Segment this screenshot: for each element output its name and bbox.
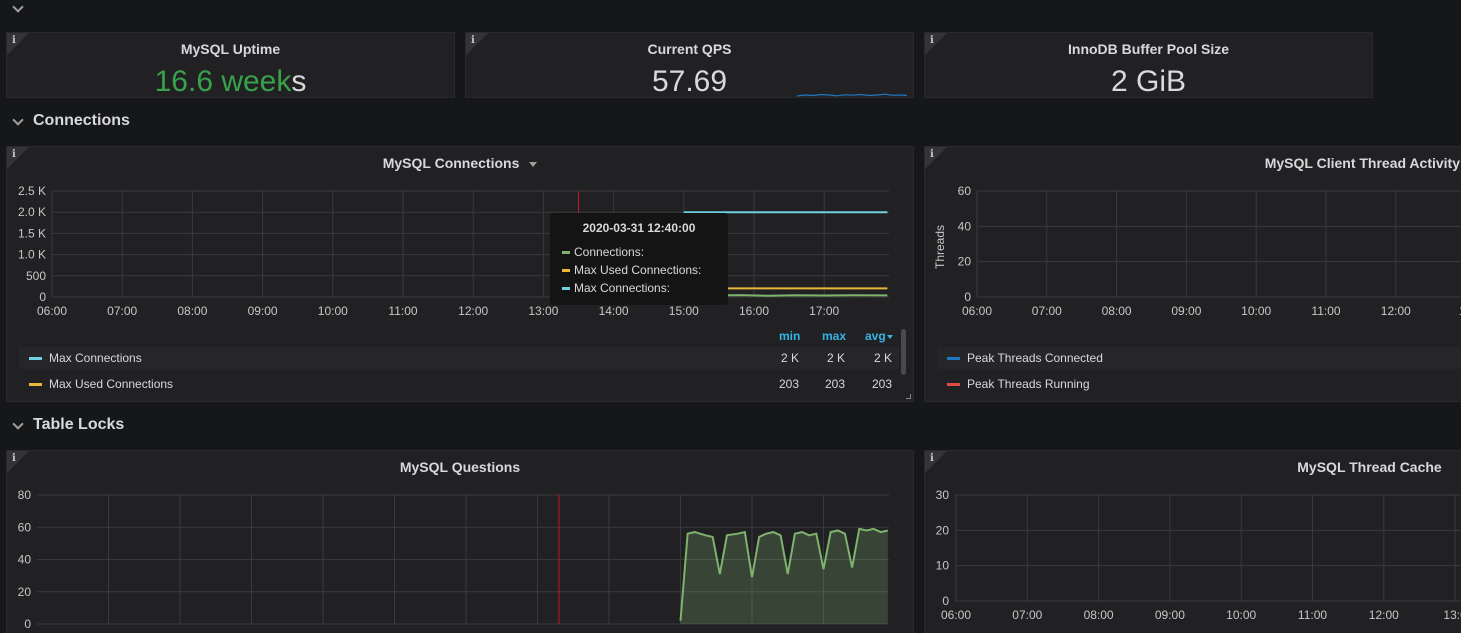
legend-min: 203 [778, 377, 799, 391]
y-tick-label: 1.5 K [18, 226, 46, 240]
y-tick-label: 0 [39, 290, 46, 304]
panel-title[interactable]: MySQL Questions [7, 459, 913, 475]
legend-swatch [29, 382, 42, 386]
x-tick-label: 06:00 [962, 304, 992, 318]
x-tick-label: 12:00 [1381, 304, 1411, 318]
x-tick-label: 07:00 [1012, 608, 1042, 622]
legend-header-avg[interactable]: avg [865, 329, 893, 343]
thread-cache-panel: i MySQL Thread Cache 0 10 20 30 06:00 07:00 08… [924, 450, 1461, 633]
tooltip-row: Max Used Connections: [562, 261, 716, 279]
y-tick-label: 20 [958, 255, 972, 269]
y-tick-label: 10 [936, 559, 950, 573]
mysql-questions-panel: i MySQL Questions 0 20 40 60 80 [6, 450, 914, 633]
row-chevron-icon[interactable] [12, 114, 24, 126]
y-tick-label: 40 [18, 553, 32, 567]
x-tick-label: 11:00 [1311, 304, 1340, 318]
x-tick-label: 16:00 [739, 304, 769, 318]
legend-max: 2 K [826, 351, 845, 365]
dropdown-caret-icon[interactable] [529, 161, 538, 167]
collapse-chevron-icon[interactable] [12, 1, 24, 13]
thread-activity-chart[interactable]: 0 20 40 60 06:00 07:00 08:00 09:00 10:00 11:00 12:… [925, 183, 1461, 328]
sparkline [797, 93, 907, 97]
legend-swatch [29, 356, 42, 360]
legend-swatch [947, 356, 960, 360]
connections-chart[interactable]: 0 500 1.0 K 1.5 K 2.0 K 2.5 K 06:00 07:00 08:00 0… [7, 183, 913, 328]
sort-caret-icon [886, 334, 893, 339]
x-tick-label: 08:00 [1084, 608, 1114, 622]
legend-header-min[interactable]: min [779, 329, 800, 343]
legend-avg: 2 K [873, 351, 892, 365]
y-tick-label: 30 [936, 488, 950, 502]
legend-swatch [947, 382, 960, 386]
y-tick-label: 2.5 K [18, 184, 46, 198]
legend-avg: 203 [871, 377, 892, 391]
x-tick-label: 06:00 [37, 304, 67, 318]
panel-title[interactable]: MySQL Connections [7, 155, 913, 171]
x-tick-label: 10:00 [1241, 304, 1271, 318]
resize-handle-icon[interactable] [906, 394, 911, 399]
panel-title[interactable]: MySQL Thread Cache [925, 459, 1461, 475]
x-tick-label: 15:00 [669, 304, 699, 318]
y-tick-label: 80 [18, 488, 32, 502]
y-tick-label: 60 [958, 184, 972, 198]
x-tick-label: 06:00 [941, 608, 971, 622]
panel-title: MySQL Uptime [180, 41, 281, 57]
panel-title: Current QPS [647, 41, 732, 57]
info-icon[interactable]: i [930, 149, 934, 160]
thread-cache-chart[interactable]: 0 10 20 30 06:00 07:00 08:00 09:00 10:00 11:00 12:… [925, 483, 1461, 633]
x-tick-label: 12:00 [1369, 608, 1399, 622]
row-title-table-locks[interactable]: Table Locks [33, 416, 124, 434]
y-tick-label: 0 [942, 594, 949, 608]
x-tick-label: 07:00 [107, 304, 137, 318]
legend-item-peak-threads-running[interactable]: Peak Threads Running [937, 373, 1461, 395]
legend-header-max[interactable]: max [822, 329, 846, 343]
panel-title[interactable]: MySQL Client Thread Activity [1265, 155, 1460, 171]
legend-item-peak-threads-connected[interactable]: Peak Threads Connected [937, 347, 1461, 369]
stat-panel-uptime: i MySQL Uptime 16.6 weeks [6, 32, 455, 98]
legend-min: 2 K [780, 351, 799, 365]
x-tick-label: 10:00 [318, 304, 348, 318]
x-tick-label: 14:00 [599, 304, 629, 318]
x-tick-label: 09:00 [1171, 304, 1201, 318]
panel-corner [925, 147, 947, 169]
legend-scrollbar[interactable] [901, 329, 906, 375]
row-title-connections[interactable]: Connections [33, 112, 130, 130]
stat-panel-buffer-pool: i InnoDB Buffer Pool Size 2 GiB [924, 32, 1373, 98]
x-tick-label: 09:00 [1155, 608, 1185, 622]
y-tick-label: 60 [18, 520, 32, 534]
stat-value: 2 GiB [1110, 65, 1187, 98]
legend-max: 203 [824, 377, 845, 391]
y-tick-label: 500 [26, 269, 46, 283]
stat-panel-qps: i Current QPS 57.69 [465, 32, 914, 98]
x-tick-label: 12:00 [458, 304, 488, 318]
x-tick-label: 10:00 [1226, 608, 1256, 622]
y-tick-label: 40 [958, 219, 972, 233]
tooltip-row: Max Connections: [562, 279, 716, 297]
y-tick-label: 0 [964, 290, 971, 304]
tooltip-time: 2020-03-31 12:40:00 [582, 221, 696, 235]
stat-value: 16.6 weeks [154, 65, 307, 98]
x-tick-label: 08:00 [1102, 304, 1132, 318]
row-chevron-icon[interactable] [12, 418, 24, 430]
mysql-connections-panel: i MySQL Connections 0 500 1.0 K 1.5 K 2.0 K2… [6, 146, 914, 402]
y-tick-label: 20 [18, 585, 32, 599]
y-tick-label: 1.0 K [18, 248, 46, 262]
panel-title: InnoDB Buffer Pool Size [1068, 41, 1229, 57]
x-tick-label: 13:0 [1443, 608, 1461, 622]
x-tick-label: 11:00 [1298, 608, 1327, 622]
y-tick-label: 0 [24, 617, 31, 631]
hover-tooltip: 2020-03-31 12:40:00 Connections: Max Use… [550, 213, 728, 305]
x-tick-label: 11:00 [388, 304, 417, 318]
y-axis-label: Threads [933, 225, 947, 269]
x-tick-label: 17:00 [809, 304, 839, 318]
x-tick-label: 09:00 [248, 304, 278, 318]
y-tick-label: 2.0 K [18, 205, 46, 219]
x-tick-label: 07:00 [1032, 304, 1062, 318]
y-tick-label: 20 [936, 523, 950, 537]
x-tick-label: 08:00 [177, 304, 207, 318]
tooltip-row: Connections: [562, 243, 716, 261]
x-tick-label: 13:00 [528, 304, 558, 318]
questions-chart[interactable]: 0 20 40 60 80 [7, 483, 913, 633]
thread-activity-panel: i MySQL Client Thread Activity 0 20 40 60 06… [924, 146, 1461, 402]
